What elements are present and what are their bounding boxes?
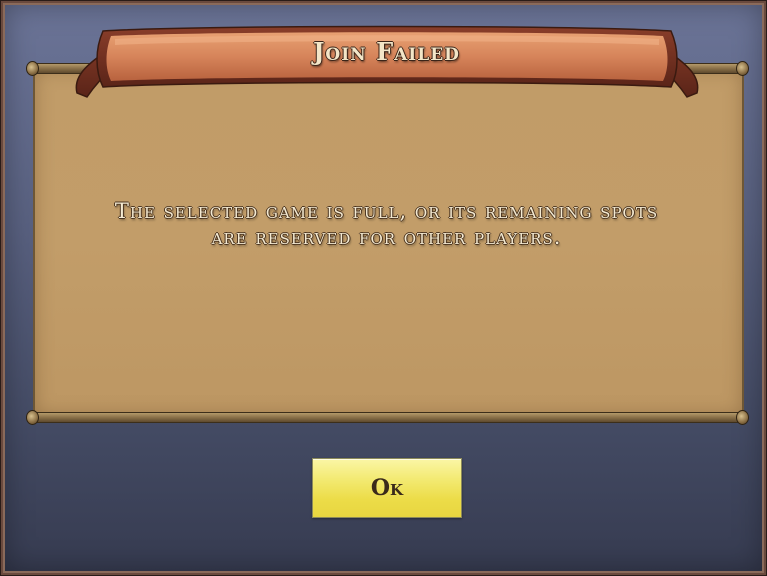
ok-button[interactable]: Ok: [312, 458, 462, 518]
rod-cap-left: [26, 410, 39, 425]
rod-cap-right: [736, 410, 749, 425]
message-line-2: are reserved for other players.: [211, 225, 562, 249]
scroll-rod-bottom: [26, 410, 749, 425]
join-failed-dialog: Join Failed The selected game is full, o…: [0, 0, 767, 576]
ok-button-label: Ok: [370, 475, 404, 501]
dialog-message: The selected game is full, or its remain…: [63, 198, 710, 250]
dialog-title: Join Failed: [313, 37, 460, 66]
message-line-1: The selected game is full, or its remain…: [114, 199, 659, 223]
